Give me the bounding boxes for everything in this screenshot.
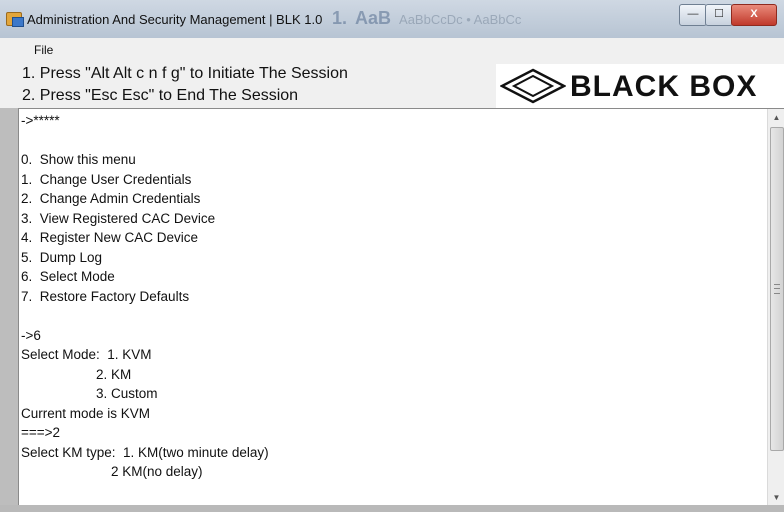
scroll-up-icon[interactable]: ▲ [768, 109, 784, 126]
console-line: 4. Register New CAC Device [21, 230, 199, 245]
console-line: Select Mode: 1. KVM [21, 347, 152, 362]
console-line: 2. Change Admin Credentials [21, 191, 201, 206]
console-line: 3. View Registered CAC Device [21, 210, 216, 226]
console-line: 2 KM(no delay) [21, 464, 203, 479]
menu-file[interactable]: File [34, 43, 53, 57]
vertical-scrollbar[interactable]: ▲ ▼ [767, 109, 784, 506]
console-output[interactable]: ->***** 0. Show this menu 1. Change User … [18, 108, 784, 507]
menu-bar: File [0, 38, 784, 62]
instructions-header: 1. Press "Alt Alt c n f g" to Initiate T… [0, 62, 784, 108]
status-strip [0, 505, 784, 512]
title-bar: Administration And Security Management |… [0, 0, 784, 39]
console-line: ===>2 [21, 425, 61, 440]
logo: BLACK BOX [496, 64, 784, 108]
console-line: ->6 [21, 327, 41, 343]
instruction-initiate: 1. Press "Alt Alt c n f g" to Initiate T… [22, 65, 348, 82]
scrollbar-grip-icon [774, 284, 780, 294]
console-line: 0. Show this menu [21, 152, 136, 167]
instruction-end: 2. Press "Esc Esc" to End The Session [22, 87, 299, 104]
console-line: Select KM type: 1. KM(two minute delay) [21, 444, 269, 460]
maximize-button[interactable]: ☐ [705, 4, 733, 26]
console-line: 5. Dump Log [21, 249, 103, 265]
app-icon [6, 12, 24, 27]
console-text: ->***** 0. Show this menu 1. Change User … [21, 111, 763, 501]
background-window-ribbon: 1. AaB AaBbCcDc • AaBbCc [332, 8, 522, 28]
scrollbar-thumb[interactable] [770, 127, 784, 451]
close-button[interactable]: X [731, 4, 777, 26]
console-line: 2. KM [21, 366, 132, 382]
logo-text: BLACK BOX [570, 70, 758, 103]
console-line: Current mode is KVM [21, 405, 151, 421]
blackbox-logo-icon [500, 68, 566, 104]
minimize-button[interactable]: — [679, 4, 707, 26]
console-line: 6. Select Mode [21, 269, 115, 284]
scroll-down-icon[interactable]: ▼ [768, 489, 784, 506]
console-line: ->***** [21, 113, 60, 128]
window-title: Administration And Security Management |… [27, 12, 323, 27]
console-line: 1. Change User Credentials [21, 171, 192, 187]
console-line: 7. Restore Factory Defaults [21, 288, 190, 304]
console-line: 3. Custom [21, 386, 158, 401]
